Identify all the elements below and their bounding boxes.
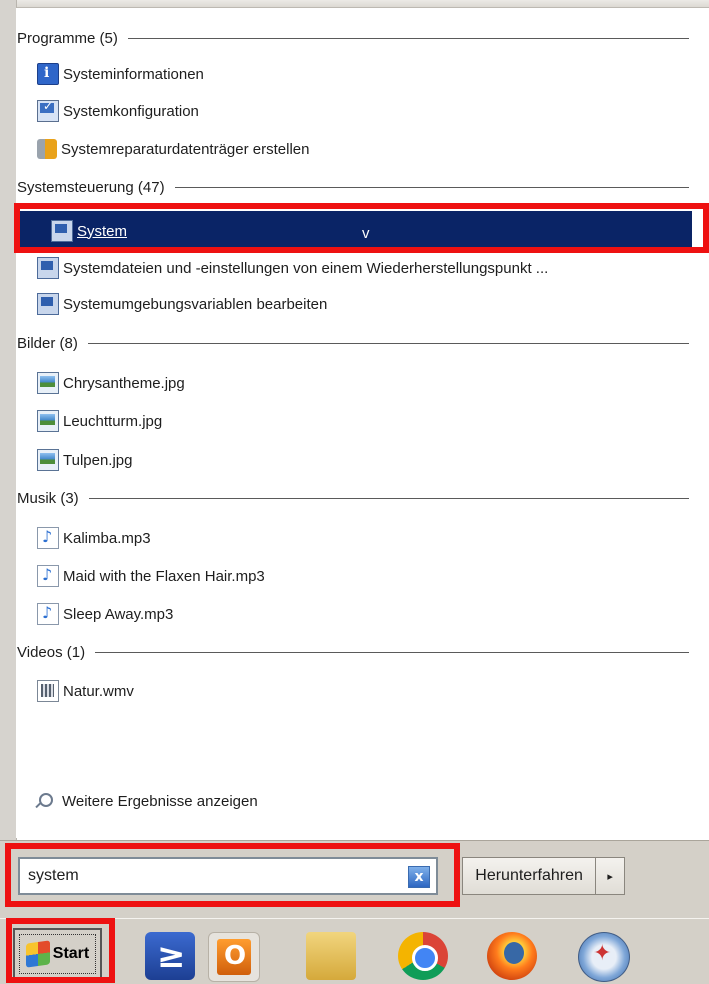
chrome-icon[interactable] bbox=[398, 932, 448, 980]
search-input-value: system bbox=[28, 867, 79, 884]
result-item-tulpen[interactable]: Tulpen.jpg bbox=[37, 446, 692, 474]
magnifier-icon bbox=[34, 792, 53, 810]
group-header-bilder: Bilder (8) bbox=[17, 333, 689, 353]
result-item-chrysantheme[interactable]: Chrysantheme.jpg bbox=[37, 369, 692, 397]
group-header-label: Bilder (8) bbox=[17, 334, 78, 352]
result-item-label: Sleep Away.mp3 bbox=[63, 605, 174, 623]
result-item-systemumgebungsvariablen[interactable]: Systemumgebungsvariablen bearbeiten bbox=[37, 290, 692, 318]
image-file-icon bbox=[37, 372, 59, 394]
result-item-label: System bbox=[77, 222, 128, 240]
result-item-label: Systemkonfiguration bbox=[63, 102, 199, 120]
result-item-systemdateien[interactable]: Systemdateien und -einstellungen von ein… bbox=[37, 254, 692, 282]
group-header-label: Programme (5) bbox=[17, 29, 118, 47]
shutdown-button[interactable]: Herunterfahren ▸ bbox=[462, 857, 625, 895]
group-header-musik: Musik (3) bbox=[17, 488, 689, 508]
group-header-videos: Videos (1) bbox=[17, 642, 689, 662]
result-item-leuchtturm[interactable]: Leuchtturm.jpg bbox=[37, 407, 692, 435]
result-item-label: Systemumgebungsvariablen bearbeiten bbox=[63, 295, 328, 313]
repair-disc-icon bbox=[37, 139, 57, 159]
system-control-panel-icon bbox=[37, 257, 59, 279]
outlook-icon[interactable] bbox=[208, 932, 260, 982]
group-header-label: Systemsteuerung (47) bbox=[17, 178, 165, 196]
result-item-label: Chrysantheme.jpg bbox=[63, 374, 185, 392]
system-control-panel-icon bbox=[37, 293, 59, 315]
powershell-icon[interactable] bbox=[145, 932, 195, 980]
music-file-icon bbox=[37, 565, 59, 587]
firefox-icon[interactable] bbox=[487, 932, 537, 980]
system-control-panel-icon bbox=[51, 220, 73, 242]
top-window-edge bbox=[0, 0, 709, 8]
result-item-kalimba[interactable]: Kalimba.mp3 bbox=[37, 524, 692, 552]
separator-line bbox=[127, 37, 689, 39]
group-header-systemsteuerung: Systemsteuerung (47) bbox=[17, 177, 689, 197]
stray-cursor-glyph: v bbox=[362, 225, 370, 242]
result-item-label: Maid with the Flaxen Hair.mp3 bbox=[63, 567, 265, 585]
more-results-link[interactable]: Weitere Ergebnisse anzeigen bbox=[34, 790, 258, 812]
image-file-icon bbox=[37, 410, 59, 432]
windows-logo-icon bbox=[25, 940, 50, 968]
group-header-label: Videos (1) bbox=[17, 643, 86, 661]
result-item-natur[interactable]: Natur.wmv bbox=[37, 677, 692, 705]
left-window-border bbox=[0, 0, 17, 840]
result-item-label: Tulpen.jpg bbox=[63, 451, 133, 469]
video-file-icon bbox=[37, 680, 59, 702]
result-item-systeminformationen[interactable]: Systeminformationen bbox=[37, 60, 692, 88]
music-file-icon bbox=[37, 603, 59, 625]
system-information-icon bbox=[37, 63, 59, 85]
more-results-label: Weitere Ergebnisse anzeigen bbox=[62, 792, 258, 810]
music-file-icon bbox=[37, 527, 59, 549]
group-header-label: Musik (3) bbox=[17, 489, 79, 507]
separator-line bbox=[174, 186, 689, 188]
result-item-label: Systemdateien und -einstellungen von ein… bbox=[63, 259, 549, 277]
explorer-icon[interactable] bbox=[306, 932, 356, 980]
result-item-system[interactable]: System v bbox=[18, 211, 692, 251]
result-item-label: Leuchtturm.jpg bbox=[63, 412, 163, 430]
result-item-label: Systemreparaturdatenträger erstellen bbox=[61, 140, 310, 158]
shutdown-options-arrow-icon[interactable]: ▸ bbox=[595, 858, 624, 894]
safari-icon[interactable] bbox=[578, 932, 630, 982]
group-header-programme: Programme (5) bbox=[17, 28, 689, 48]
system-configuration-icon bbox=[37, 99, 59, 122]
result-item-label: Kalimba.mp3 bbox=[63, 529, 151, 547]
result-item-label: Natur.wmv bbox=[63, 682, 134, 700]
result-item-label: Systeminformationen bbox=[63, 65, 204, 83]
separator-line bbox=[88, 497, 689, 499]
clear-search-icon[interactable]: x bbox=[408, 866, 430, 888]
result-item-maid-with-the-flaxen-hair[interactable]: Maid with the Flaxen Hair.mp3 bbox=[37, 562, 692, 590]
image-file-icon bbox=[37, 449, 59, 471]
separator-line bbox=[95, 651, 689, 653]
separator-line bbox=[87, 342, 689, 344]
shutdown-label: Herunterfahren bbox=[475, 867, 583, 884]
search-input[interactable]: system x bbox=[18, 857, 438, 895]
result-item-systemreparatur[interactable]: Systemreparaturdatenträger erstellen bbox=[37, 135, 692, 163]
result-item-sleep-away[interactable]: Sleep Away.mp3 bbox=[37, 600, 692, 628]
start-button[interactable]: Start bbox=[13, 928, 102, 980]
result-item-systemkonfiguration[interactable]: Systemkonfiguration bbox=[37, 97, 692, 125]
